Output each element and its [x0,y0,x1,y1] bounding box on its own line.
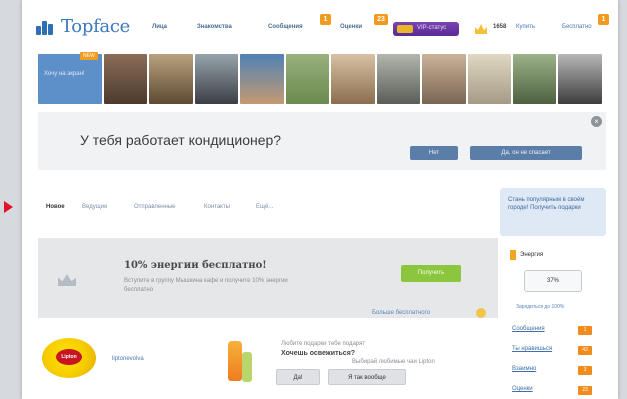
red-pointer-marker [4,201,13,213]
ad-title: Хочешь освежиться? [281,350,356,357]
sidebar-badge: 3 [578,366,592,375]
promo-title: 10% энергии бесплатно! [124,260,267,271]
add-me-tile[interactable]: NEW Хочу на экран! [38,52,102,104]
sidebar-energy: Энергия 37% Зарядиться до 100% [500,240,606,322]
user-photo[interactable] [512,54,557,104]
ad-line-1: Любите подарки тебе подарят [281,341,366,347]
lipton-logo[interactable]: Lipton [42,338,96,378]
user-photo[interactable] [376,54,421,104]
sidebar-item-mutual[interactable]: Взаимно [512,366,536,372]
user-photo[interactable] [194,54,239,104]
energy-promo: 10% энергии бесплатно! Вступите в группу… [38,238,498,318]
answer-yes-button[interactable]: Да, он не спасает [470,146,582,160]
nav-faces[interactable]: Лица [152,24,167,30]
promo-description: Вступите в группу Мышкина кафе и получит… [124,278,288,293]
add-me-label: Хочу на экран! [44,71,85,77]
tab-leading[interactable]: Ведущие [82,204,107,210]
tab-more[interactable]: Ещё... [256,204,273,210]
vip-label: VIP-статус [417,25,447,31]
user-photo[interactable] [103,54,148,104]
messages-badge: 1 [320,14,331,25]
ad-line-2: Выбирай любимые чаи Lipton [352,359,435,365]
ratings-badge: 23 [374,14,388,25]
energy-icon [510,250,516,260]
nav-dating[interactable]: Знакомства [197,24,232,30]
crown-icon [58,274,76,286]
vip-icon [397,25,413,33]
user-photo[interactable] [558,54,602,104]
sidebar-item-messages[interactable]: Сообщения [512,326,545,332]
more-free-link[interactable]: Больше бесплатного [372,310,430,316]
free-link[interactable]: Бесплатно [562,24,592,30]
close-icon[interactable]: × [591,116,602,127]
user-photo[interactable] [149,54,193,104]
feed-tabs: Новое Ведущие Отправленные Контакты Ещё.… [38,198,500,218]
logo[interactable]: Topface [36,16,130,37]
crown-icon [475,24,487,34]
free-badge: 1 [598,14,609,25]
recharge-link[interactable]: Зарядиться до 100% [516,304,564,310]
sidebar-item-ratings[interactable]: Оценки [512,386,533,392]
nav-ratings[interactable]: Оценки [340,24,362,30]
tab-sent[interactable]: Отправленные [134,204,176,210]
tab-contacts[interactable]: Контакты [204,204,230,210]
vip-button[interactable]: VIP-статус [393,22,459,36]
logo-text: Topface [61,16,130,37]
sidebar-item-likes[interactable]: Ты нравишься [512,346,552,352]
user-photo[interactable] [240,54,284,104]
sidebar-badge: 1 [578,326,592,335]
answer-no-button[interactable]: Нет [410,146,458,160]
sidebar-popular-box[interactable]: Стань популярным в своём городе! Получит… [500,188,606,236]
question-card: У тебя работает кондиционер? × [38,112,606,170]
nav-messages[interactable]: Сообщения [268,24,303,30]
buy-link[interactable]: Купить [516,24,535,30]
user-photo[interactable] [422,54,466,104]
bottle-icon [242,352,252,382]
sidebar-badge: 43 [578,346,592,355]
lipton-profile-link[interactable]: liptonevolva [112,356,144,362]
ad-yes-button[interactable]: Да! [276,369,320,385]
get-energy-button[interactable]: Получить [401,265,461,282]
app-window: Topface Лица Знакомства Сообщения Оценки… [22,0,618,399]
logo-icon [36,19,58,35]
new-tag: NEW [80,52,98,60]
user-photo[interactable] [467,54,511,104]
sidebar-badge: 23 [578,386,592,395]
sidebar-popular-text: Стань популярным в своём городе! Получит… [508,197,585,211]
coin-icon [476,308,486,318]
header: Topface Лица Знакомства Сообщения Оценки… [22,0,618,44]
energy-value: 37% [524,270,582,292]
bottle-icon [228,341,242,381]
tab-new[interactable]: Новое [46,204,65,210]
user-photo[interactable] [331,54,375,104]
photo-strip: NEW Хочу на экран! [38,52,602,106]
balance: 1658 [493,24,507,30]
question-text: У тебя работает кондиционер? [80,132,282,148]
lipton-logo-label: Lipton [56,349,82,365]
energy-label: Энергия [520,252,544,258]
ad-no-button[interactable]: Я так вообще [328,369,406,385]
user-photo[interactable] [285,54,330,104]
